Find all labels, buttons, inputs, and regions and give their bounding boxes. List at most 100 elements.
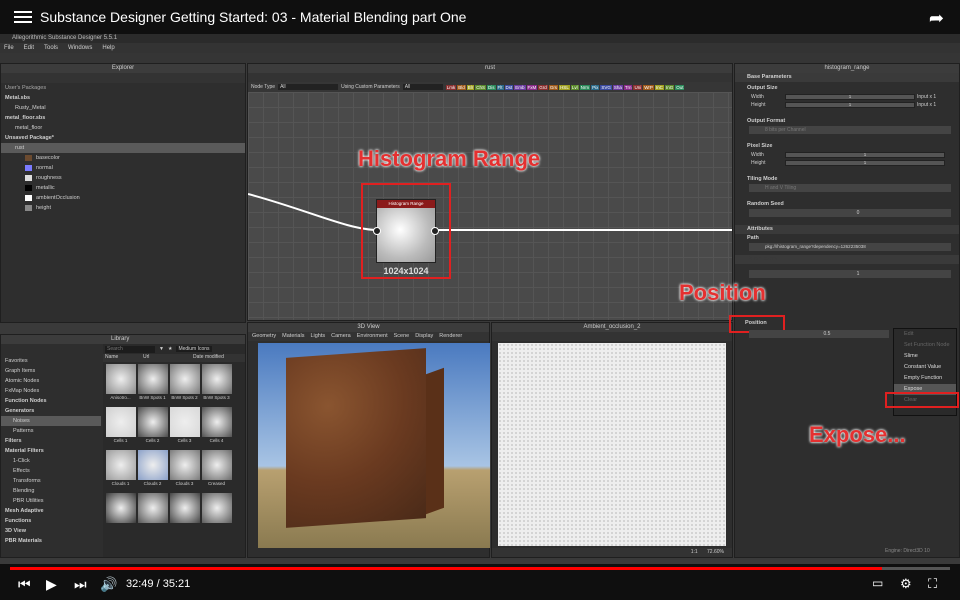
explorer-item[interactable]: basecolor bbox=[1, 153, 245, 163]
node-filter-chip[interactable]: Pix bbox=[591, 84, 600, 90]
library-thumbnail[interactable] bbox=[201, 493, 232, 535]
library-thumbnail[interactable] bbox=[169, 493, 200, 535]
base-parameters-section[interactable]: Base Parameters bbox=[735, 73, 959, 82]
2d-view-image[interactable] bbox=[498, 343, 726, 546]
node-filter-chip[interactable]: HSL bbox=[559, 84, 570, 90]
play-icon[interactable]: ▶ bbox=[46, 576, 57, 593]
view3d-menu-item[interactable]: Camera bbox=[331, 332, 351, 341]
height-slider[interactable]: 1 bbox=[785, 102, 915, 108]
node-filter-chip[interactable]: Sha bbox=[612, 84, 623, 90]
explorer-item[interactable]: Metal.sbs bbox=[1, 93, 245, 103]
menu-help[interactable]: Help bbox=[102, 43, 114, 53]
view-mode-select[interactable]: Medium Icons bbox=[176, 346, 212, 352]
explorer-item[interactable]: Unsaved Package* bbox=[1, 133, 245, 143]
px-height-slider[interactable]: 1 bbox=[785, 160, 945, 166]
library-category[interactable]: Functions bbox=[1, 516, 101, 526]
node-filter-chip[interactable]: Flt bbox=[496, 84, 504, 90]
node-filter-chip[interactable]: Grs bbox=[548, 84, 559, 90]
library-category[interactable]: Generators bbox=[1, 406, 101, 416]
menu-edit[interactable]: Edit bbox=[24, 43, 34, 53]
menu-tools[interactable]: Tools bbox=[44, 43, 58, 53]
col-name[interactable]: Name bbox=[103, 354, 143, 362]
explorer-item[interactable]: metal_floor bbox=[1, 123, 245, 133]
captions-icon[interactable]: ▭ bbox=[872, 576, 883, 590]
node-filter-chip[interactable]: Dst bbox=[504, 84, 514, 90]
menu-windows[interactable]: Windows bbox=[68, 43, 92, 53]
path-field[interactable]: pkg:///histogram_range?dependency=126223… bbox=[749, 243, 951, 251]
explorer-item[interactable]: normal bbox=[1, 163, 245, 173]
random-seed-slider[interactable]: 0 bbox=[749, 209, 951, 217]
context-menu-item[interactable]: Edit bbox=[894, 329, 956, 340]
menu-file[interactable]: File bbox=[4, 43, 14, 53]
library-thumbnail[interactable]: Creased bbox=[201, 450, 232, 492]
node-filter-chip[interactable]: Dis bbox=[487, 84, 496, 90]
node-filter-chip[interactable]: Emb bbox=[514, 84, 526, 90]
col-url[interactable]: Url bbox=[143, 354, 193, 362]
library-category[interactable]: PBR Materials bbox=[1, 536, 101, 546]
context-menu-item[interactable]: Empty Function bbox=[894, 373, 956, 384]
library-category[interactable]: Effects bbox=[1, 466, 101, 476]
library-thumbnail[interactable]: Clouds 3 bbox=[169, 450, 200, 492]
node-filter-chip[interactable]: Bld bbox=[457, 84, 466, 90]
graph-canvas[interactable]: Histogram Range 1024x1024 Histogram Rang… bbox=[248, 92, 732, 320]
view3d-menu-item[interactable]: Materials bbox=[282, 332, 304, 341]
library-category[interactable]: Material Filters bbox=[1, 446, 101, 456]
node-filter-chip[interactable]: Lmk bbox=[445, 84, 457, 90]
position-slider[interactable]: 0.5 bbox=[749, 330, 889, 338]
parameters-section[interactable]: Parameters bbox=[735, 255, 959, 264]
library-category[interactable]: Transforms bbox=[1, 476, 101, 486]
volume-icon[interactable]: 🔊 bbox=[100, 576, 117, 593]
node-filter-chip[interactable]: Trn bbox=[623, 84, 633, 90]
context-menu-item[interactable]: Slime bbox=[894, 351, 956, 362]
node-type-select[interactable]: All bbox=[278, 84, 339, 90]
node-filter-chip[interactable]: Grd bbox=[538, 84, 548, 90]
explorer-item[interactable]: metal_floor.sbs bbox=[1, 113, 245, 123]
explorer-item[interactable]: Rusty_Metal bbox=[1, 103, 245, 113]
library-category[interactable]: Filters bbox=[1, 436, 101, 446]
view3d-menu-item[interactable]: Lights bbox=[310, 332, 325, 341]
node-filter-chip[interactable]: Blr bbox=[466, 84, 475, 90]
library-thumbnail[interactable] bbox=[105, 493, 136, 535]
previous-icon[interactable]: ⏮ bbox=[18, 576, 31, 593]
library-thumbnail[interactable]: Clouds 2 bbox=[137, 450, 168, 492]
library-category[interactable]: Mesh Adaptive bbox=[1, 506, 101, 516]
attributes-section[interactable]: Attributes bbox=[735, 225, 959, 234]
node-filter-chip[interactable]: InC bbox=[654, 84, 664, 90]
custom-filter-select[interactable]: All bbox=[402, 84, 443, 90]
library-category[interactable]: Function Nodes bbox=[1, 396, 101, 406]
settings-icon[interactable]: ⚙ bbox=[900, 576, 912, 592]
library-thumbnail[interactable]: Cells 2 bbox=[137, 407, 168, 449]
node-filter-chip[interactable]: Uni bbox=[633, 84, 643, 90]
library-category[interactable]: Graph Items bbox=[1, 366, 101, 376]
view3d-menu-item[interactable]: Geometry bbox=[252, 332, 276, 341]
library-thumbnail[interactable]: BnW Spots 2 bbox=[169, 364, 200, 406]
library-category[interactable]: 3D View bbox=[1, 526, 101, 536]
node-filter-chip[interactable]: InG bbox=[664, 84, 675, 90]
node-filter-chip[interactable]: WrP bbox=[643, 84, 654, 90]
tiling-mode-select[interactable]: H and V Tiling bbox=[749, 184, 951, 192]
view3d-menu-item[interactable]: Scene bbox=[394, 332, 410, 341]
node-input-port[interactable] bbox=[373, 227, 381, 235]
next-icon[interactable]: ⏭ bbox=[74, 576, 87, 593]
playlist-menu-icon[interactable] bbox=[14, 8, 32, 26]
3d-viewport[interactable] bbox=[258, 343, 490, 548]
library-category[interactable]: PBR Utilities bbox=[1, 496, 101, 506]
histogram-range-node[interactable]: Histogram Range bbox=[376, 199, 436, 263]
library-category[interactable]: Favorites bbox=[1, 356, 101, 366]
fullscreen-icon[interactable]: ⛶ bbox=[928, 576, 937, 592]
library-thumbnail[interactable]: BnW Spots 1 bbox=[137, 364, 168, 406]
library-category[interactable]: Atomic Nodes bbox=[1, 376, 101, 386]
library-thumbnail[interactable] bbox=[137, 493, 168, 535]
library-category[interactable]: Blending bbox=[1, 486, 101, 496]
library-category[interactable]: FxMap Nodes bbox=[1, 386, 101, 396]
library-category[interactable]: 1-Click bbox=[1, 456, 101, 466]
explorer-item[interactable]: metallic bbox=[1, 183, 245, 193]
favorite-star-icon[interactable]: ★ bbox=[168, 346, 172, 352]
node-filter-chip[interactable]: FxM bbox=[526, 84, 538, 90]
output-format-select[interactable]: 8 bits per Channel bbox=[749, 126, 951, 134]
filter-icon[interactable]: ▼ bbox=[159, 346, 164, 352]
library-search-input[interactable]: Search bbox=[105, 345, 155, 353]
node-filter-chip[interactable]: Nrm bbox=[579, 84, 591, 90]
explorer-item[interactable]: roughness bbox=[1, 173, 245, 183]
progress-bar[interactable] bbox=[10, 567, 950, 570]
